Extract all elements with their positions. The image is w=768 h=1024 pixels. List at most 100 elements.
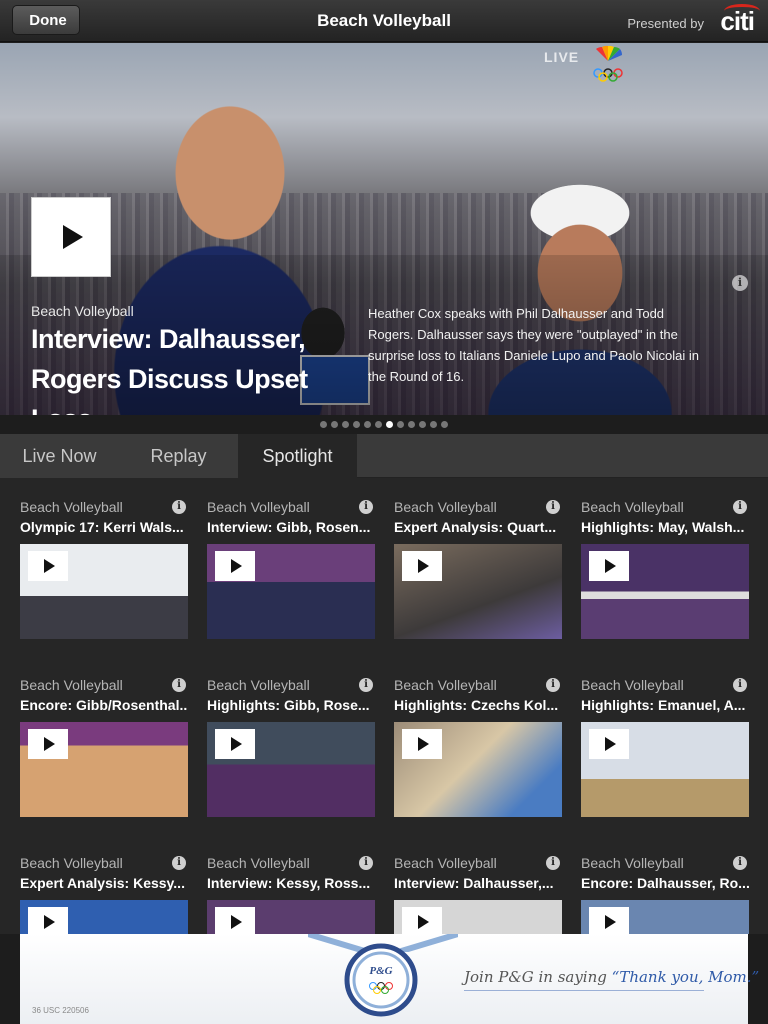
video-thumbnail[interactable] [20, 722, 188, 817]
video-thumbnail[interactable] [581, 900, 749, 934]
play-button[interactable] [402, 551, 442, 581]
page-dot[interactable] [364, 420, 371, 428]
video-title: Interview: Kessy, Ross... [207, 875, 371, 891]
info-icon[interactable]: i [172, 678, 186, 692]
page-dot[interactable] [419, 420, 426, 428]
info-icon[interactable]: i [733, 678, 747, 692]
video-thumbnail[interactable] [394, 900, 562, 934]
video-thumbnail[interactable] [20, 900, 188, 934]
info-icon[interactable]: i [172, 856, 186, 870]
video-card[interactable]: Beach Volleyball i Highlights: Emanuel, … [581, 676, 749, 817]
video-thumbnail[interactable] [207, 900, 375, 934]
video-card[interactable]: Beach Volleyball i Interview: Dalhausser… [394, 854, 562, 934]
video-category: Beach Volleyball [207, 855, 310, 871]
hero-play-button[interactable] [31, 197, 111, 277]
video-card[interactable]: Beach Volleyball i Highlights: Gibb, Ros… [207, 676, 375, 817]
play-button[interactable] [28, 551, 68, 581]
info-icon[interactable]: i [546, 678, 560, 692]
ad-tagline-quote: “Thank you, Mom.” [611, 968, 760, 986]
video-card[interactable]: Beach Volleyball i Interview: Gibb, Rose… [207, 498, 375, 639]
video-thumbnail[interactable] [394, 544, 562, 639]
video-category: Beach Volleyball [394, 499, 497, 515]
page-dot[interactable] [430, 420, 437, 428]
ad-legal-code: 36 USC 220506 [32, 1006, 89, 1015]
info-icon[interactable]: i [359, 856, 373, 870]
video-category: Beach Volleyball [394, 677, 497, 693]
presented-by-label: Presented by [627, 16, 704, 31]
video-thumbnail[interactable] [581, 722, 749, 817]
page-dot[interactable] [397, 420, 404, 428]
video-card[interactable]: Beach Volleyball i Olympic 17: Kerri Wal… [20, 498, 188, 639]
page-dot[interactable] [375, 420, 382, 428]
video-thumbnail[interactable] [394, 722, 562, 817]
ad-divider [464, 990, 704, 991]
featured-video-hero[interactable]: LIVE Beach Volleyball Interview: Dalhaus… [0, 43, 768, 415]
play-button[interactable] [215, 729, 255, 759]
info-icon[interactable]: i [359, 678, 373, 692]
video-card[interactable]: Beach Volleyball i Expert Analysis: Kess… [20, 854, 188, 934]
play-icon [44, 737, 55, 751]
tab-bar: Live Now Replay Spotlight [0, 434, 768, 478]
video-title: Expert Analysis: Kessy... [20, 875, 185, 891]
page-dot-active[interactable] [386, 420, 393, 428]
play-icon [44, 915, 55, 929]
info-icon[interactable]: i [172, 500, 186, 514]
video-title: Highlights: Czechs Kol... [394, 697, 559, 713]
info-icon[interactable]: i [733, 500, 747, 514]
ad-banner-content[interactable]: P&G Join P&G in saying “Thank you, Mom.”… [20, 934, 759, 1024]
ad-banner[interactable]: P&G Join P&G in saying “Thank you, Mom.”… [0, 934, 768, 1024]
video-category: Beach Volleyball [581, 677, 684, 693]
video-card[interactable]: Beach Volleyball i Expert Analysis: Quar… [394, 498, 562, 639]
play-button[interactable] [402, 907, 442, 934]
hero-description: Heather Cox speaks with Phil Dalhausser … [368, 306, 699, 384]
info-icon[interactable]: i [359, 500, 373, 514]
ad-tagline-prefix: Join P&G in saying [464, 968, 607, 986]
video-title: Highlights: Gibb, Rose... [207, 697, 370, 713]
info-icon[interactable]: i [546, 856, 560, 870]
page-dot[interactable] [320, 420, 327, 428]
video-category: Beach Volleyball [581, 499, 684, 515]
video-category: Beach Volleyball [20, 677, 123, 693]
play-button[interactable] [589, 729, 629, 759]
video-card[interactable]: Beach Volleyball i Highlights: Czechs Ko… [394, 676, 562, 817]
play-button[interactable] [28, 907, 68, 934]
video-thumbnail[interactable] [581, 544, 749, 639]
tab-replay[interactable]: Replay [119, 434, 238, 478]
page-dot[interactable] [342, 420, 349, 428]
video-thumbnail[interactable] [207, 722, 375, 817]
page-dot[interactable] [353, 420, 360, 428]
video-grid[interactable]: Beach Volleyball i Olympic 17: Kerri Wal… [0, 478, 768, 934]
play-icon [63, 225, 83, 249]
hero-page-indicator[interactable] [0, 416, 768, 432]
tab-spotlight[interactable]: Spotlight [238, 434, 357, 478]
citi-logo: citi [720, 4, 761, 37]
pg-olympic-medal-icon: P&G [344, 943, 418, 1017]
video-category: Beach Volleyball [20, 499, 123, 515]
play-icon [44, 559, 55, 573]
play-button[interactable] [28, 729, 68, 759]
live-badge: LIVE [544, 49, 580, 65]
page-dot[interactable] [331, 420, 338, 428]
video-title: Interview: Dalhausser,... [394, 875, 554, 891]
play-button[interactable] [402, 729, 442, 759]
play-button[interactable] [215, 551, 255, 581]
play-button[interactable] [589, 907, 629, 934]
video-category: Beach Volleyball [207, 677, 310, 693]
hero-title[interactable]: Interview: Dalhausser, Rogers Discuss Up… [31, 319, 341, 415]
play-button[interactable] [589, 551, 629, 581]
tab-live-now[interactable]: Live Now [0, 434, 119, 478]
video-card[interactable]: Beach Volleyball i Highlights: May, Wals… [581, 498, 749, 639]
info-icon[interactable]: i [733, 856, 747, 870]
hero-info-icon[interactable]: i [732, 275, 748, 291]
video-thumbnail[interactable] [20, 544, 188, 639]
video-card[interactable]: Beach Volleyball i Interview: Kessy, Ros… [207, 854, 375, 934]
play-button[interactable] [215, 907, 255, 934]
video-card[interactable]: Beach Volleyball i Encore: Dalhausser, R… [581, 854, 749, 934]
info-icon[interactable]: i [546, 500, 560, 514]
play-icon [231, 559, 242, 573]
page-dot[interactable] [408, 420, 415, 428]
video-thumbnail[interactable] [207, 544, 375, 639]
play-icon [418, 915, 429, 929]
video-card[interactable]: Beach Volleyball i Encore: Gibb/Rosentha… [20, 676, 188, 817]
page-dot[interactable] [441, 420, 448, 428]
